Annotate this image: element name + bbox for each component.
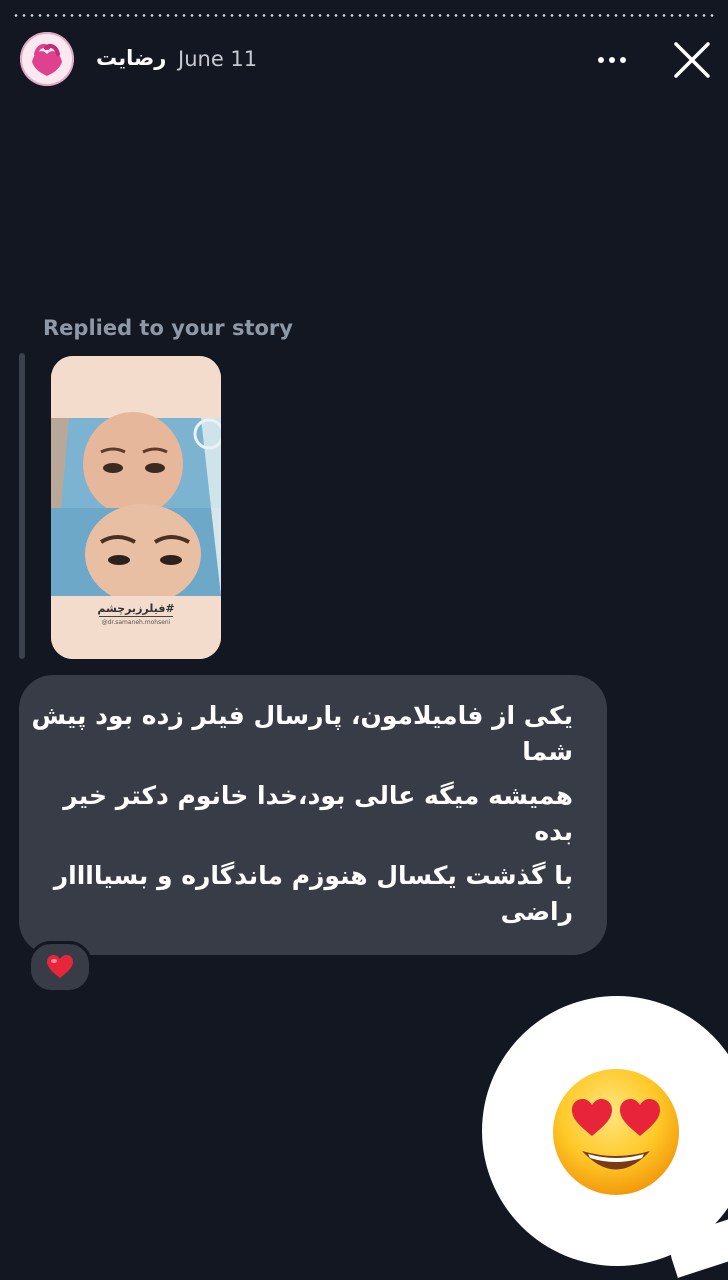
message-bubble[interactable]: یکی از فامیلامون، پارسال فیلر زده بود پی… bbox=[19, 675, 607, 955]
more-button[interactable] bbox=[594, 42, 630, 78]
timestamp: June 11 bbox=[178, 47, 258, 71]
story-caption: #فیلرزیرچشم bbox=[97, 602, 175, 615]
story-thumbnail[interactable]: #فیلرزیرچشم @dr.samaneh.mohseni bbox=[51, 356, 221, 659]
username[interactable]: رضایت bbox=[96, 46, 166, 70]
reaction-sticker[interactable] bbox=[482, 996, 728, 1266]
story-caption-underline bbox=[99, 616, 173, 617]
heart-icon bbox=[47, 955, 73, 978]
message-line: همیشه میگه عالی بود،خدا خانوم دکتر خیر bbox=[63, 781, 573, 810]
story-handle: @dr.samaneh.mohseni bbox=[101, 619, 171, 626]
reaction-badge[interactable] bbox=[28, 941, 92, 993]
message-line: شما bbox=[522, 737, 573, 766]
heart-eyes-emoji-icon bbox=[553, 1069, 679, 1195]
replied-label: Replied to your story bbox=[43, 316, 293, 340]
close-button[interactable] bbox=[670, 38, 714, 82]
message-line: یکی از فامیلامون، پارسال فیلر زده بود پی… bbox=[31, 701, 573, 730]
message-line: با گذشت یکسال هنوزم ماندگاره و بسیاااار bbox=[53, 861, 573, 890]
more-horizontal-icon bbox=[598, 57, 626, 63]
story-progress-bar bbox=[12, 14, 716, 17]
avatar[interactable] bbox=[20, 32, 74, 86]
message-line: راضی bbox=[500, 897, 573, 926]
quote-bar bbox=[19, 353, 25, 659]
story-header: رضایت June 11 bbox=[20, 32, 714, 88]
avatar-hands-icon bbox=[20, 32, 74, 86]
message-line: بده bbox=[534, 817, 573, 846]
close-icon bbox=[674, 42, 710, 78]
